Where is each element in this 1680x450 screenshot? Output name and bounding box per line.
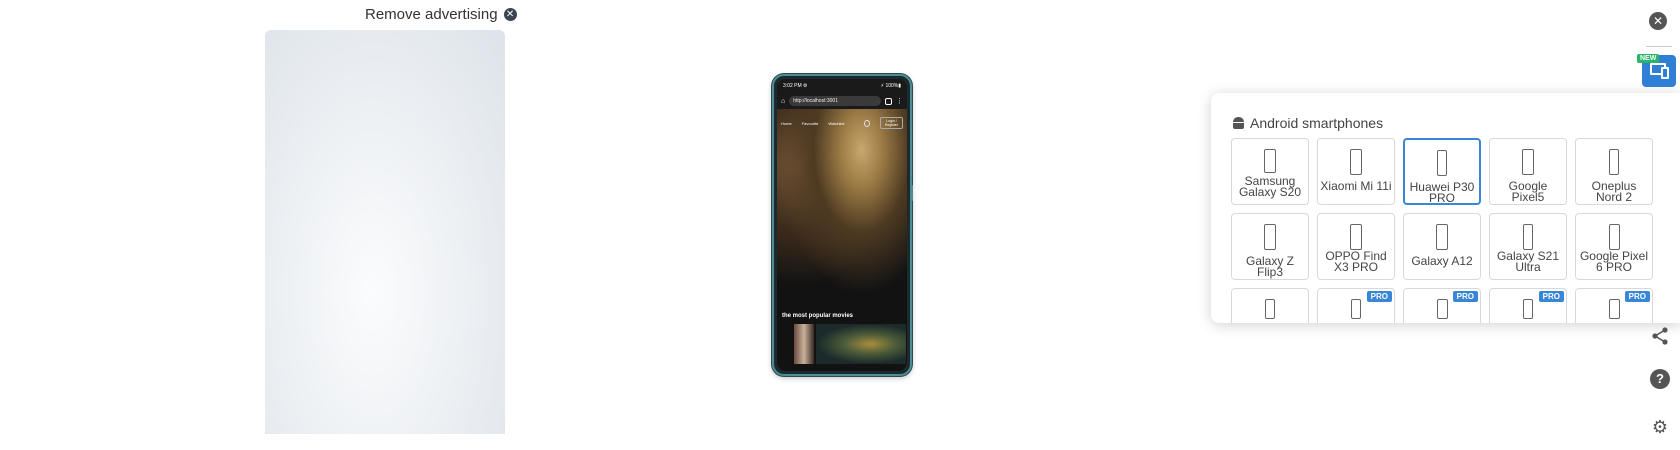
- remove-advertising-link[interactable]: Remove advertising ✕: [365, 6, 517, 23]
- movie-thumbnail[interactable]: [794, 324, 814, 364]
- smartphone-icon: [1351, 299, 1361, 319]
- smartphone-icon: [1350, 149, 1362, 175]
- device-label: Samsung Galaxy S20: [1238, 174, 1302, 199]
- pro-badge: PRO: [1366, 291, 1392, 302]
- smartphone-icon: [1609, 149, 1619, 175]
- page: Remove advertising ✕ 3:02 PM ⚙ ⚡ 100%▮ ⌂…: [0, 0, 1680, 450]
- phone-screen: 3:02 PM ⚙ ⚡ 100%▮ ⌂ http://localhost:300…: [777, 79, 907, 371]
- smartphone-icon: [1523, 299, 1533, 319]
- smartphone-icon: [1523, 224, 1533, 250]
- smartphone-icon: [1264, 224, 1276, 250]
- hero-banner: Home Favourite Watchlist Login / Registe…: [777, 109, 907, 295]
- device-tile[interactable]: PRO: [1317, 288, 1395, 323]
- phone-preview: 3:02 PM ⚙ ⚡ 100%▮ ⌂ http://localhost:300…: [772, 74, 912, 376]
- status-time: 3:02 PM ⚙: [783, 83, 808, 89]
- device-label: Galaxy A12: [1411, 254, 1473, 268]
- share-icon[interactable]: [1650, 326, 1670, 346]
- popup-title-label: Android smartphones: [1250, 115, 1384, 131]
- section-title: the most popular movies: [782, 313, 854, 319]
- device-tile[interactable]: Google Pixel 6 PRO: [1575, 213, 1653, 280]
- smartphone-icon: [1436, 224, 1448, 250]
- help-icon[interactable]: ?: [1650, 369, 1670, 389]
- device-grid: Samsung Galaxy S20 Xiaomi Mi 11i Huawei P3…: [1231, 138, 1653, 323]
- device-selector-popup: Android smartphones Samsung Galaxy S20 Xi…: [1211, 93, 1680, 323]
- advertisement-placeholder: [265, 30, 505, 434]
- device-tile[interactable]: PRO: [1575, 288, 1653, 323]
- device-label: Huawei P30 PRO: [1409, 180, 1475, 205]
- device-tile[interactable]: [1231, 288, 1309, 323]
- device-tile[interactable]: PRO: [1403, 288, 1481, 323]
- movie-thumbnails: [794, 324, 907, 364]
- pro-badge: PRO: [1624, 291, 1650, 302]
- pro-badge: PRO: [1452, 291, 1478, 302]
- smartphone-icon: [1522, 149, 1534, 175]
- new-badge: NEW: [1637, 54, 1660, 63]
- home-icon[interactable]: ⌂: [781, 98, 785, 105]
- nav-favourite[interactable]: Favourite: [802, 121, 819, 126]
- device-tile[interactable]: Google Pixel5: [1489, 138, 1567, 205]
- smartphone-icon: [1608, 224, 1620, 250]
- settings-icon[interactable]: ⚙: [1650, 417, 1670, 437]
- tabs-icon[interactable]: [885, 97, 892, 105]
- pro-badge: PRO: [1538, 291, 1564, 302]
- smartphone-icon: [1436, 299, 1448, 319]
- url-field[interactable]: http://localhost:3001: [789, 96, 881, 106]
- close-icon[interactable]: ✕: [1649, 12, 1667, 30]
- device-label: Google Pixel5: [1508, 179, 1548, 204]
- device-tile[interactable]: OPPO Find X3 PRO: [1317, 213, 1395, 280]
- site-nav: Home Favourite Watchlist Login / Registe…: [781, 117, 903, 129]
- phone-side-button: [910, 185, 913, 201]
- login-register-button[interactable]: Login / Register: [879, 117, 903, 129]
- device-tile[interactable]: Samsung Galaxy S20: [1231, 138, 1309, 205]
- device-label: Google Pixel 6 PRO: [1579, 249, 1649, 274]
- device-label: OPPO Find X3 PRO: [1325, 249, 1387, 274]
- smartphone-icon: [1350, 224, 1362, 250]
- popup-title: Android smartphones: [1233, 115, 1383, 131]
- device-tile[interactable]: Xiaomi Mi 11i: [1317, 138, 1395, 205]
- remove-advertising-label: Remove advertising: [365, 6, 498, 23]
- device-tile[interactable]: Galaxy Z Flip3: [1231, 213, 1309, 280]
- device-label: Galaxy Z Flip3: [1245, 254, 1294, 279]
- phone-icon: [1661, 67, 1669, 79]
- movie-thumbnail[interactable]: [816, 324, 906, 364]
- menu-dots-icon[interactable]: ⋮: [896, 97, 903, 105]
- device-label: Galaxy S21 Ultra: [1496, 249, 1560, 274]
- smartphone-icon: [1265, 299, 1275, 319]
- close-circle-icon: ✕: [503, 8, 517, 21]
- smartphone-icon: [1608, 299, 1620, 319]
- nav-watchlist[interactable]: Watchlist: [828, 121, 844, 126]
- nav-home[interactable]: Home: [781, 121, 792, 126]
- smartphone-icon: [1437, 150, 1447, 176]
- android-icon: [1233, 117, 1244, 129]
- device-tile[interactable]: PRO: [1489, 288, 1567, 323]
- device-tile[interactable]: Oneplus Nord 2: [1575, 138, 1653, 205]
- device-label: Oneplus Nord 2: [1591, 179, 1637, 204]
- device-tile[interactable]: Galaxy A12: [1403, 213, 1481, 280]
- search-icon[interactable]: [864, 119, 870, 127]
- device-label: Xiaomi Mi 11i: [1320, 179, 1392, 193]
- smartphone-icon: [1264, 149, 1276, 173]
- divider: [1646, 46, 1672, 47]
- status-battery: ⚡ 100%▮: [880, 83, 901, 89]
- device-tile[interactable]: Huawei P30 PRO: [1403, 138, 1481, 205]
- phone-status-bar: 3:02 PM ⚙ ⚡ 100%▮: [777, 79, 907, 93]
- device-tile[interactable]: Galaxy S21 Ultra: [1489, 213, 1567, 280]
- browser-url-bar: ⌂ http://localhost:3001 ⋮: [777, 93, 907, 109]
